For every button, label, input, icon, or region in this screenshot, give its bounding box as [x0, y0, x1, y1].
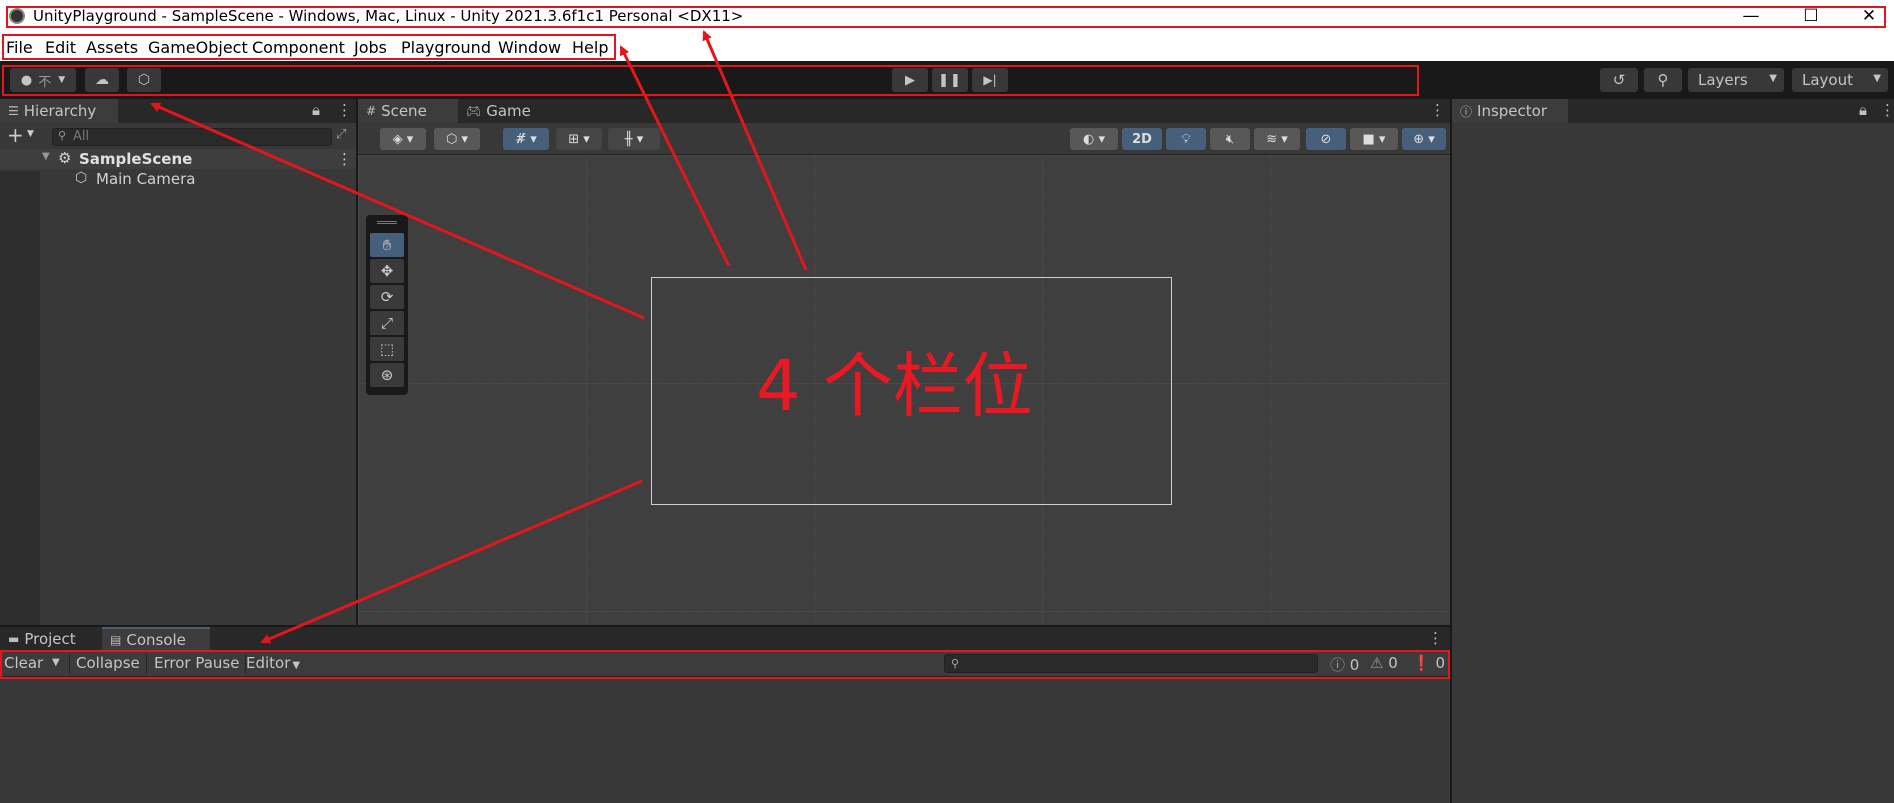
tab-project-label: Project: [24, 630, 76, 648]
lightbulb-icon: 💡︎: [1181, 131, 1191, 147]
info-icon: ⓘ: [1460, 104, 1473, 119]
lock-icon[interactable]: 🔒︎: [1859, 101, 1867, 119]
drag-handle-icon[interactable]: [377, 221, 397, 224]
grid-visibility-dropdown[interactable]: ╫ ▾: [608, 128, 660, 150]
annotation-box-toolbar: [2, 65, 1419, 96]
tab-scene[interactable]: # Scene: [358, 99, 458, 123]
annotation-box-console-toolbar: [0, 650, 1450, 679]
layers-label: Layers: [1698, 71, 1748, 89]
console-icon: ▤: [110, 633, 122, 647]
layout-dropdown[interactable]: Layout ▼: [1792, 68, 1888, 92]
folder-icon: ▬: [8, 632, 20, 646]
audio-mute-icon: 🔇︎: [1225, 131, 1235, 147]
console-tab-strip: ▬ Project ▤ Console ⋮: [0, 627, 1450, 651]
hierarchy-panel: ☰ Hierarchy 🔒︎ ⋮ + ▼ All ⚲ ⤢ ▼ ⚙ SampleS…: [0, 99, 356, 625]
tab-console[interactable]: ▤ Console: [102, 627, 210, 651]
tool-palette: ✋︎ ✥ ⟳ ⤢ ⬚ ⊛: [366, 215, 408, 395]
hierarchy-body: + ▼ All ⚲ ⤢ ▼ ⚙ SampleScene ⋮ ⬡ Main Cam…: [0, 123, 356, 625]
cube-icon: ⬡: [75, 170, 88, 186]
audio-toggle[interactable]: 🔇︎: [1210, 128, 1250, 150]
search-button[interactable]: ⚲: [1644, 68, 1682, 92]
scene-toolbar: ◈ ▾ ⬡ ▾ #̸ ▾ ⊞ ▾ ╫ ▾ ◐ ▾ 2D 💡︎ 🔇︎ ≋ ▾ ⊘ …: [358, 123, 1450, 155]
annotation-box-titlebar: [6, 6, 1886, 28]
tab-project[interactable]: ▬ Project: [0, 627, 102, 651]
scene-name: SampleScene: [79, 150, 193, 168]
move-icon: ✥: [380, 262, 394, 280]
rotate-tool-button[interactable]: ⟳: [370, 285, 404, 309]
history-icon: ↺: [1612, 71, 1626, 89]
lighting-toggle[interactable]: 💡︎: [1166, 128, 1206, 150]
kebab-menu-icon[interactable]: ⋮: [1880, 101, 1894, 119]
tab-hierarchy[interactable]: ☰ Hierarchy: [0, 99, 118, 123]
list-icon: ☰: [8, 104, 19, 118]
scale-tool-button[interactable]: ⤢: [370, 311, 404, 335]
grid-icon: #̸ ▾: [515, 131, 537, 147]
gizmos-dropdown[interactable]: ⊕ ▾: [1402, 128, 1446, 150]
layout-label: Layout: [1802, 71, 1853, 89]
tab-game[interactable]: 🎮︎ Game: [458, 99, 548, 123]
hand-icon: ✋︎: [382, 236, 392, 254]
tab-inspector-label: Inspector: [1477, 102, 1547, 120]
camera-icon: ■ ▾: [1362, 131, 1386, 147]
ruler-icon: ╫ ▾: [624, 131, 644, 147]
annotation-label: 4 个栏位: [756, 345, 1033, 427]
tab-console-label: Console: [126, 631, 186, 649]
rect-transform-icon: ⬚: [379, 340, 395, 358]
tab-hierarchy-label: Hierarchy: [23, 102, 97, 120]
eye-slash-icon: ⊘: [1320, 131, 1332, 147]
search-icon: ⚲: [1657, 71, 1669, 89]
gizmo-shading-dropdown[interactable]: ◐ ▾: [1070, 128, 1118, 150]
hierarchy-search-input[interactable]: All: [52, 128, 332, 146]
camera-dropdown[interactable]: ■ ▾: [1350, 128, 1398, 150]
unity-scene-icon: ⚙: [58, 149, 72, 167]
add-object-button[interactable]: +: [7, 123, 24, 147]
kebab-menu-icon[interactable]: ⋮: [337, 150, 352, 168]
tab-game-label: Game: [486, 102, 531, 120]
expand-icon[interactable]: ⤢: [336, 127, 346, 142]
inspector-panel: ⓘ Inspector 🔒︎ ⋮: [1452, 99, 1894, 803]
list-item[interactable]: ⬡ Main Camera: [0, 169, 356, 189]
snap-icon: ⊞ ▾: [568, 131, 590, 147]
chevron-down-icon[interactable]: ▼: [27, 129, 34, 139]
mode-2d-toggle[interactable]: 2D: [1122, 128, 1162, 150]
kebab-menu-icon[interactable]: ⋮: [1428, 629, 1443, 647]
tab-scene-label: Scene: [381, 102, 427, 120]
scale-icon: ⤢: [380, 314, 393, 332]
sphere-icon: ◐ ▾: [1082, 131, 1105, 147]
lock-icon[interactable]: 🔒︎: [312, 101, 320, 119]
layers-dropdown[interactable]: Layers ▼: [1688, 68, 1784, 92]
hidden-objects-toggle[interactable]: ⊘: [1306, 128, 1346, 150]
layers-icon: ≋ ▾: [1266, 131, 1288, 147]
annotation-box-menubar: [2, 34, 616, 60]
gamepad-icon: 🎮︎: [466, 104, 482, 118]
scene-row[interactable]: ▼ ⚙ SampleScene ⋮: [0, 149, 356, 169]
undo-history-button[interactable]: ↺: [1600, 68, 1638, 92]
foldout-arrow-icon[interactable]: ▼: [42, 151, 50, 162]
tab-inspector[interactable]: ⓘ Inspector: [1452, 99, 1568, 123]
draw-mode-dropdown[interactable]: ◈ ▾: [380, 128, 426, 150]
grid-icon: #: [366, 104, 377, 118]
cube-icon: ⬡ ▾: [445, 131, 468, 147]
kebab-menu-icon[interactable]: ⋮: [337, 101, 352, 119]
move-tool-button[interactable]: ✥: [370, 259, 404, 283]
shading-icon: ◈ ▾: [392, 131, 414, 147]
transform-icon: ⊛: [380, 366, 394, 384]
render-mode-dropdown[interactable]: ⬡ ▾: [434, 128, 480, 150]
scene-tab-strip: # Scene 🎮︎ Game ⋮: [358, 99, 1450, 123]
rotate-icon: ⟳: [380, 288, 394, 306]
chevron-down-icon: ▼: [1873, 73, 1881, 84]
object-name: Main Camera: [96, 170, 196, 188]
grid-snapping-dropdown[interactable]: #̸ ▾: [503, 128, 549, 150]
hand-tool-button[interactable]: ✋︎: [370, 233, 404, 257]
globe-icon: ⊕ ▾: [1413, 131, 1435, 147]
rect-tool-button[interactable]: ⬚: [370, 337, 404, 361]
kebab-menu-icon[interactable]: ⋮: [1430, 101, 1445, 119]
chevron-down-icon: ▼: [1769, 73, 1777, 84]
increment-snap-dropdown[interactable]: ⊞ ▾: [556, 128, 602, 150]
effects-dropdown[interactable]: ≋ ▾: [1254, 128, 1300, 150]
search-icon: ⚲: [58, 129, 67, 142]
transform-tool-button[interactable]: ⊛: [370, 363, 404, 387]
inspector-tab-strip: ⓘ Inspector 🔒︎ ⋮: [1452, 99, 1894, 123]
hierarchy-gutter: [0, 171, 40, 625]
